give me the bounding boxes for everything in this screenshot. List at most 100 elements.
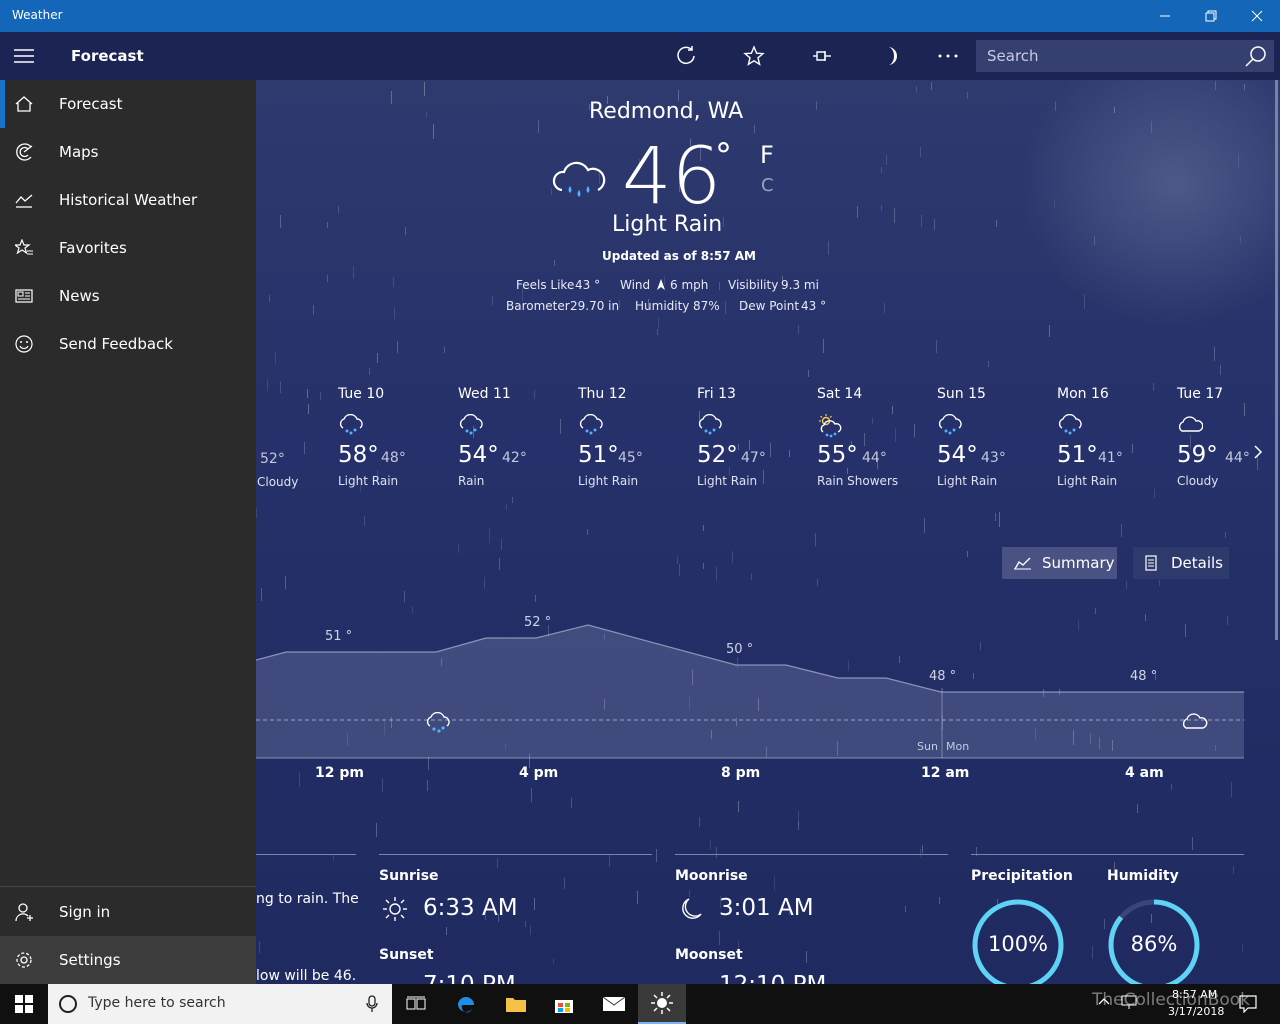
rain-streak	[749, 440, 750, 450]
rain-streak	[444, 347, 445, 353]
store-taskbar-button[interactable]	[540, 984, 588, 1024]
search-icon	[1245, 46, 1266, 67]
sidebar-item-sign-in[interactable]: Sign in	[0, 888, 256, 936]
summary-tab-label: Summary	[1042, 554, 1115, 572]
visibility-label: Visibility	[728, 278, 779, 292]
hamburger-menu-button[interactable]	[0, 32, 48, 80]
rain-streak	[369, 368, 370, 375]
rain-streak	[433, 124, 434, 139]
rain-streak	[313, 305, 314, 315]
rain-streak	[1092, 946, 1093, 959]
rain-streak	[920, 849, 921, 857]
hour-time-label: 4 am	[1125, 765, 1164, 781]
sidebar-item-historical-weather[interactable]: Historical Weather	[0, 176, 256, 224]
search-input[interactable]	[976, 40, 1236, 72]
line-chart-icon	[1014, 557, 1031, 570]
start-button[interactable]	[0, 984, 48, 1024]
wind-value: 6 mph	[670, 278, 709, 292]
day-name: Mon 16	[1057, 386, 1109, 402]
divider	[971, 854, 1244, 855]
restore-button[interactable]	[1188, 0, 1234, 32]
rain-streak	[1159, 580, 1160, 586]
cortana-icon	[59, 995, 77, 1013]
day-high: 58°	[338, 442, 379, 468]
pin-button[interactable]	[798, 32, 846, 80]
more-button[interactable]	[924, 32, 972, 80]
summary-tab[interactable]: Summary	[1002, 547, 1117, 579]
microphone-icon[interactable]	[366, 995, 378, 1013]
rain-streak	[774, 876, 775, 891]
rain-streak	[497, 858, 498, 868]
divider	[675, 854, 948, 855]
rain-streak	[405, 227, 406, 235]
search-button[interactable]	[1244, 44, 1268, 68]
rain-cloud-icon	[458, 413, 486, 438]
action-center-icon[interactable]	[1239, 995, 1257, 1013]
rain-streak	[710, 840, 711, 850]
day-condition: Rain	[458, 474, 485, 488]
clock-date[interactable]: 3/17/2018	[1168, 1005, 1224, 1018]
moonrise-label: Moonrise	[675, 868, 748, 884]
taskbar-search[interactable]: Type here to search	[48, 984, 392, 1024]
hamburger-icon	[14, 49, 34, 63]
refresh-button[interactable]	[662, 32, 710, 80]
rain-streak	[723, 217, 724, 227]
sidebar-item-forecast[interactable]: Forecast	[0, 80, 256, 128]
mail-taskbar-button[interactable]	[590, 984, 638, 1024]
unit-fahrenheit-button[interactable]: F	[760, 141, 774, 169]
close-button[interactable]	[1234, 0, 1280, 32]
rain-streak	[426, 112, 427, 118]
barometer-label: Barometer	[506, 299, 570, 313]
chevron-right-icon	[1254, 445, 1263, 459]
day-low: 43°	[981, 450, 1006, 466]
sidebar-item-favorites[interactable]: Favorites	[0, 224, 256, 272]
rain-streak	[530, 925, 531, 935]
rain-streak	[916, 86, 917, 92]
edge-taskbar-button[interactable]	[442, 984, 490, 1024]
day-card-partial[interactable]: 52° Cloudy	[256, 386, 336, 496]
dark-mode-button[interactable]	[866, 32, 914, 80]
rain-streak	[892, 406, 893, 414]
unit-celsius-button[interactable]: C	[761, 175, 774, 196]
details-tab[interactable]: Details	[1133, 547, 1229, 579]
rain-streak	[376, 823, 377, 837]
task-view-button[interactable]	[392, 984, 440, 1024]
favorite-button[interactable]	[730, 32, 778, 80]
minimize-button[interactable]	[1142, 0, 1188, 32]
sidebar-item-settings[interactable]: Settings	[0, 936, 256, 984]
rain-streak	[934, 219, 935, 230]
hourly-temp-label: 51 °	[325, 629, 353, 644]
day-low: 41°	[1098, 450, 1123, 466]
rain-streak	[534, 898, 535, 910]
file-explorer-taskbar-button[interactable]	[492, 984, 540, 1024]
clock-time[interactable]: 8:57 AM	[1172, 988, 1217, 1001]
wind-label: Wind	[620, 278, 651, 292]
hour-cloud-icon	[1182, 713, 1208, 729]
scrollbar[interactable]	[1275, 80, 1278, 640]
rain-streak	[1171, 784, 1172, 790]
next-days-button[interactable]	[1252, 444, 1264, 464]
rain-streak	[808, 370, 809, 377]
rain-streak	[996, 220, 997, 227]
sidebar-item-label: Favorites	[59, 239, 127, 257]
rain-streak	[506, 504, 507, 510]
show-hidden-icons-icon[interactable]	[1098, 996, 1110, 1006]
rain-cloud-icon	[578, 413, 606, 438]
star-list-icon	[0, 224, 48, 272]
rain-streak	[285, 576, 286, 589]
day-condition: Light Rain	[338, 474, 399, 488]
hour-time-label: 4 pm	[519, 765, 559, 781]
rain-streak	[499, 558, 500, 570]
sidebar-item-news[interactable]: News	[0, 272, 256, 320]
weather-taskbar-button[interactable]	[638, 984, 686, 1024]
sidebar-item-send-feedback[interactable]: Send Feedback	[0, 320, 256, 368]
humidity-label: Humidity	[635, 299, 690, 313]
network-icon[interactable]	[1120, 994, 1138, 1010]
rain-streak	[716, 566, 717, 581]
rain-streak	[1137, 804, 1138, 813]
title-bar: Weather	[0, 0, 1280, 32]
divider	[0, 886, 256, 887]
humidity-value: 87%	[693, 299, 720, 313]
details-tab-label: Details	[1171, 554, 1224, 572]
sidebar-item-maps[interactable]: Maps	[0, 128, 256, 176]
